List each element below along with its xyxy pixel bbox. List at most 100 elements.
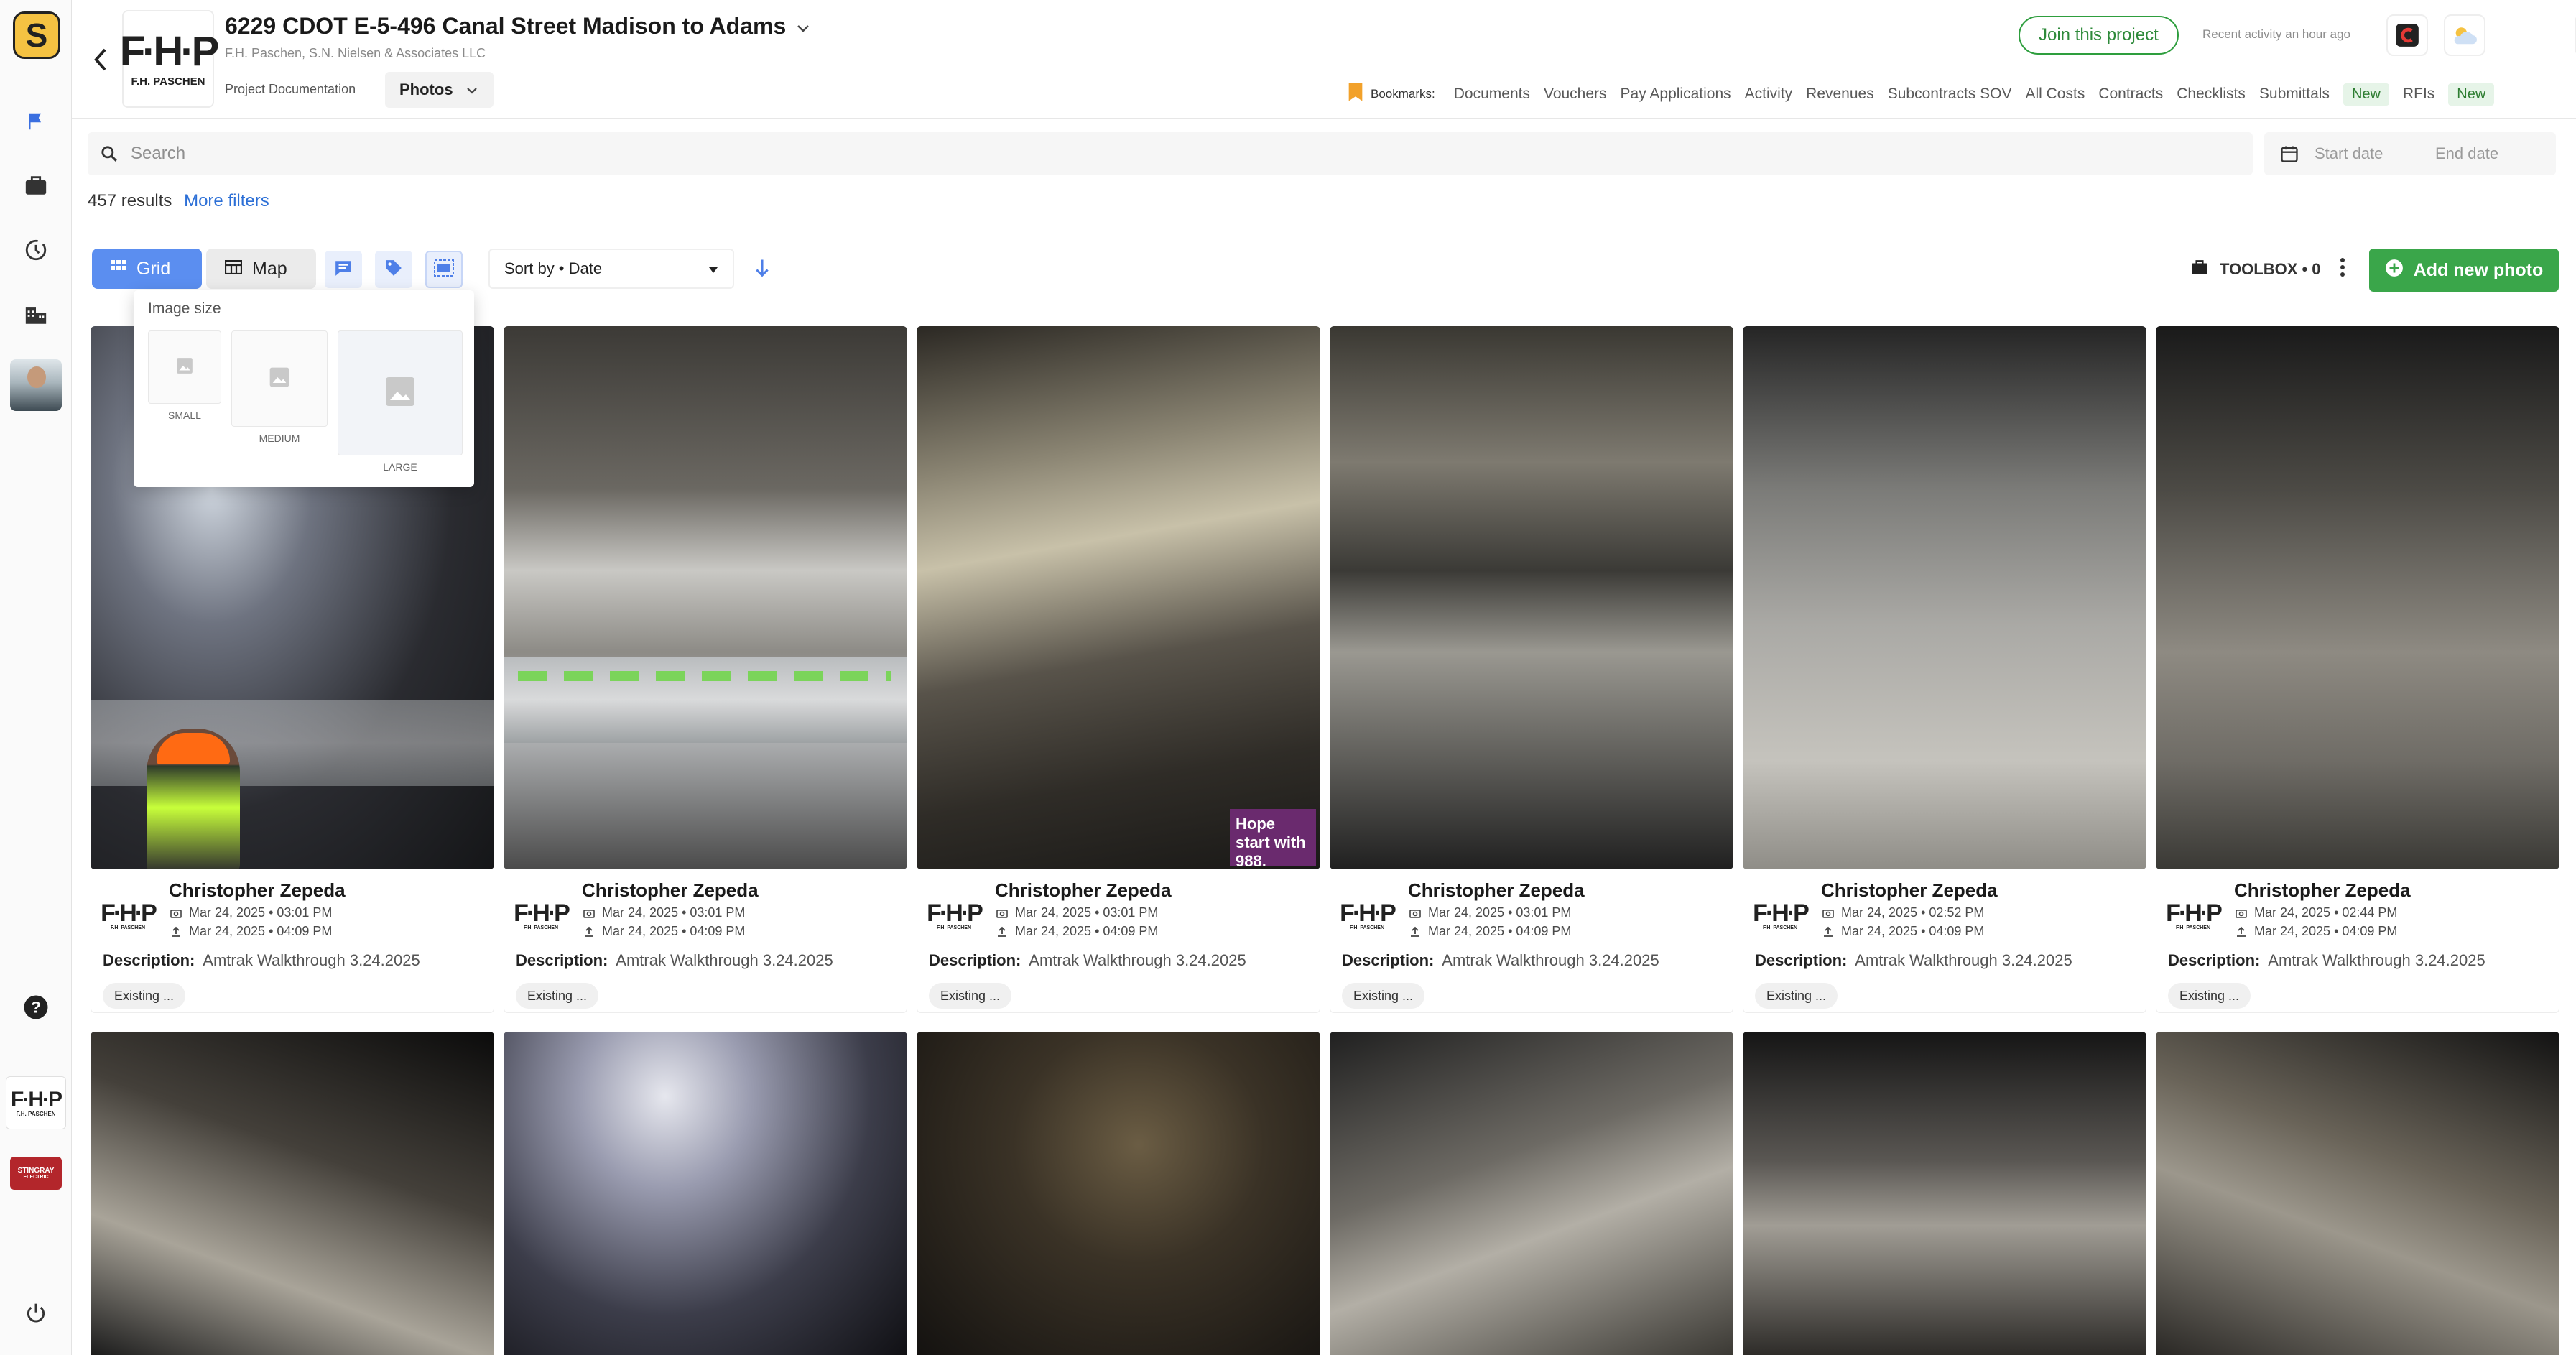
tags-toggle[interactable] [375, 251, 412, 288]
bookmark-contracts[interactable]: Contracts [2098, 85, 2163, 103]
photo-card[interactable] [1743, 1032, 2146, 1355]
briefcase-icon[interactable] [20, 170, 52, 201]
photo-taken: Mar 24, 2025 • 02:52 PM [1822, 905, 1984, 920]
photo-card[interactable] [91, 1032, 494, 1355]
bookmark-submittals[interactable]: Submittals [2259, 85, 2330, 103]
upload-icon [172, 926, 180, 937]
photo-meta: F·H·P F.H. PASCHEN Christopher Zepeda Mar… [504, 869, 907, 1013]
photo-meta: F·H·P F.H. PASCHEN Christopher Zepeda Mar… [1743, 869, 2146, 1013]
description-label: Description: [2168, 951, 2261, 969]
sort-select[interactable]: Sort by • Date [488, 249, 734, 289]
photo-card[interactable]: F·H·P F.H. PASCHEN Christopher Zepeda Mar… [1330, 326, 1733, 1016]
map-view-button[interactable]: Map [206, 249, 316, 289]
bookmark-rfis[interactable]: RFIs [2403, 85, 2434, 103]
image-size-title: Image size [148, 300, 221, 317]
comments-toggle[interactable] [325, 251, 362, 288]
photo-thumbnail[interactable]: Hope start with 988. [917, 326, 1320, 869]
buildings-icon[interactable] [20, 299, 52, 330]
flag-icon[interactable] [20, 106, 52, 137]
description-label: Description: [1755, 951, 1848, 969]
grid-view-button[interactable]: Grid [92, 249, 202, 289]
sort-direction-button[interactable] [746, 253, 779, 286]
app-logo[interactable]: S [13, 11, 60, 59]
bookmark-checklists[interactable]: Checklists [2177, 85, 2246, 103]
uploader-logo-sub: F.H. PASCHEN [2175, 925, 2211, 930]
bookmark-activity[interactable]: Activity [1745, 85, 1793, 103]
photo-card[interactable] [2156, 1032, 2559, 1355]
bookmark-revenues[interactable]: Revenues [1806, 85, 1874, 103]
description-text: Amtrak Walkthrough 3.24.2025 [1029, 951, 1246, 969]
size-small-option[interactable] [148, 330, 221, 404]
photo-uploaded-date: Mar 24, 2025 • 04:09 PM [189, 924, 333, 938]
photo-tag[interactable]: Existing ... [1342, 983, 1425, 1009]
image-size-toggle[interactable] [425, 251, 463, 288]
photo-thumbnail[interactable] [91, 1032, 494, 1355]
plus-circle-icon [2385, 259, 2404, 282]
search-bar [88, 132, 2253, 175]
description-text: Amtrak Walkthrough 3.24.2025 [616, 951, 833, 969]
photo-card[interactable] [917, 1032, 1320, 1355]
photo-uploaded-date: Mar 24, 2025 • 04:09 PM [602, 924, 746, 938]
date-range: Start date End date [2264, 132, 2556, 175]
photo-card[interactable] [1330, 1032, 1733, 1355]
photo-tag[interactable]: Existing ... [929, 983, 1012, 1009]
photo-tag[interactable]: Existing ... [103, 983, 186, 1009]
toolbox-icon [2190, 259, 2210, 280]
photo-thumbnail[interactable] [504, 326, 907, 869]
size-medium-option[interactable] [231, 330, 328, 427]
bookmark-all-costs[interactable]: All Costs [2025, 85, 2085, 103]
upload-icon [2237, 926, 2246, 937]
back-button[interactable] [85, 42, 116, 78]
history-icon[interactable] [20, 234, 52, 266]
photo-card[interactable] [504, 1032, 907, 1355]
photo-card[interactable]: F·H·P F.H. PASCHEN Christopher Zepeda Mar… [504, 326, 907, 1016]
photo-thumbnail[interactable] [1743, 1032, 2146, 1355]
photo-thumbnail[interactable] [504, 1032, 907, 1355]
photo-thumbnail[interactable] [1330, 326, 1733, 869]
start-date-field[interactable]: Start date [2315, 144, 2435, 163]
image-icon [175, 356, 194, 379]
photo-thumbnail[interactable] [1330, 1032, 1733, 1355]
toolbox-button[interactable]: TOOLBOX • 0 [2190, 257, 2345, 282]
project-title-dropdown[interactable]: 6229 CDOT E-5-496 Canal Street Madison t… [225, 13, 810, 40]
weather-icon[interactable] [2444, 14, 2485, 56]
uploader-logo: F·H·P F.H. PASCHEN [1340, 894, 1396, 937]
bookmark-documents[interactable]: Documents [1454, 85, 1530, 103]
bookmark-subcontracts-sov[interactable]: Subcontracts SOV [1888, 85, 2012, 103]
more-filters-link[interactable]: More filters [184, 191, 269, 211]
section-select[interactable]: Photos [385, 72, 494, 108]
more-vertical-icon[interactable] [2340, 257, 2345, 282]
stingray-sub: ELECTRIC [23, 1175, 49, 1180]
sort-label: Sort by • Date [504, 259, 603, 277]
bookmark-vouchers[interactable]: Vouchers [1544, 85, 1607, 103]
photo-thumbnail[interactable] [2156, 1032, 2559, 1355]
project-header: F·H·P F.H. PASCHEN 6229 CDOT E-5-496 Can… [72, 0, 2576, 119]
help-icon[interactable]: ? [20, 991, 52, 1023]
photo-uploaded-date: Mar 24, 2025 • 04:09 PM [1015, 924, 1159, 938]
join-project-button[interactable]: Join this project [2019, 16, 2179, 55]
user-avatar[interactable] [10, 359, 62, 411]
photo-thumbnail[interactable] [2156, 326, 2559, 869]
size-large-option[interactable] [338, 330, 463, 455]
photo-taken-date: Mar 24, 2025 • 03:01 PM [1428, 905, 1572, 920]
photo-card[interactable]: F·H·P F.H. PASCHEN Christopher Zepeda Mar… [2156, 326, 2559, 1016]
photo-card[interactable]: F·H·P F.H. PASCHEN Christopher Zepeda Mar… [1743, 326, 2146, 1016]
company-switch-stingray[interactable]: STINGRAY ELECTRIC [10, 1157, 62, 1190]
photo-thumbnail[interactable] [917, 1032, 1320, 1355]
photo-tag[interactable]: Existing ... [516, 983, 599, 1009]
chat-app-icon[interactable] [2386, 14, 2428, 56]
bookmark-pay-applications[interactable]: Pay Applications [1621, 85, 1731, 103]
photo-card[interactable]: Hope start with 988. F·H·P F.H. PASCHEN C… [917, 326, 1320, 1016]
company-switch-fhp[interactable]: F·H·P F.H. PASCHEN [6, 1076, 66, 1129]
search-input[interactable] [131, 144, 2214, 164]
power-icon[interactable] [20, 1298, 52, 1329]
photo-tag[interactable]: Existing ... [2168, 983, 2251, 1009]
photo-description: Description: Amtrak Walkthrough 3.24.202… [2168, 951, 2485, 970]
add-photo-button[interactable]: Add new photo [2369, 249, 2559, 292]
photo-tag[interactable]: Existing ... [1755, 983, 1838, 1009]
photo-taken: Mar 24, 2025 • 03:01 PM [1409, 905, 1571, 920]
photo-thumbnail[interactable] [1743, 326, 2146, 869]
project-logo-text: F·H·P [119, 27, 220, 75]
end-date-field[interactable]: End date [2435, 144, 2498, 163]
photo-meta: F·H·P F.H. PASCHEN Christopher Zepeda Mar… [917, 869, 1320, 1013]
